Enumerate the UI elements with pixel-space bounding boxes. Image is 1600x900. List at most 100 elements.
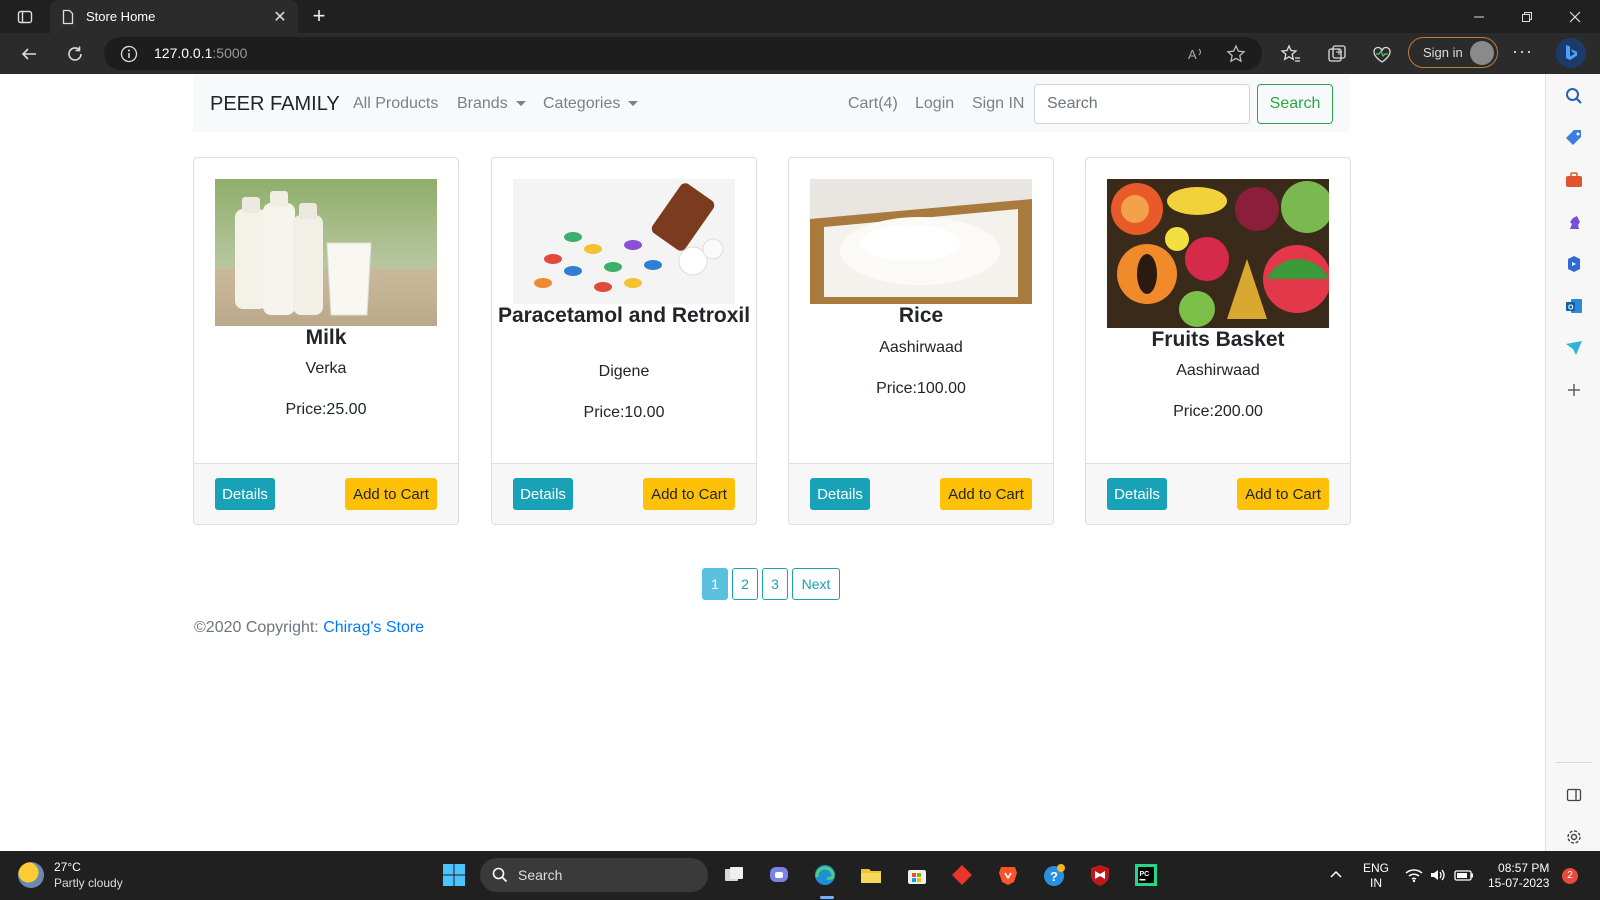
product-brand: Aashirwaad (1176, 362, 1260, 379)
task-view-icon[interactable] (720, 861, 748, 889)
site-info-icon[interactable] (120, 45, 138, 63)
browser-toolbar: 127.0.0.1:5000 A Sign in ··· (0, 33, 1600, 74)
input-language[interactable]: ENG IN (1363, 861, 1389, 891)
mcafee-shield-icon[interactable] (1086, 861, 1114, 889)
product-brand: Digene (598, 363, 650, 380)
nav-all-products[interactable]: All Products (353, 95, 438, 113)
details-button[interactable]: Details (1107, 478, 1167, 510)
add-to-cart-button[interactable]: Add to Cart (1237, 478, 1329, 510)
card-footer: Details Add to Cart (492, 463, 756, 524)
shopping-tag-icon[interactable] (1563, 127, 1585, 149)
product-name: Milk (305, 326, 347, 349)
close-window-button[interactable] (1552, 0, 1598, 33)
teams-chat-icon[interactable] (765, 861, 793, 889)
product-price: Price:100.00 (876, 380, 966, 397)
rice-image[interactable] (810, 179, 1032, 304)
restore-button[interactable] (1504, 0, 1550, 33)
clock-time: 08:57 PM (1498, 861, 1550, 875)
microsoft-store-icon[interactable] (903, 861, 931, 889)
battery-icon[interactable] (1450, 861, 1478, 889)
pills-image[interactable] (513, 179, 735, 304)
add-to-cart-button[interactable]: Add to Cart (940, 478, 1032, 510)
weather-widget[interactable]: 27°C Partly cloudy (18, 859, 123, 891)
chevron-down-icon (515, 101, 526, 107)
collections-icon[interactable] (1326, 43, 1348, 65)
search-icon[interactable] (1563, 85, 1585, 107)
search-button[interactable]: Search (1257, 84, 1333, 124)
product-card: Rice Aashirwaad Price:100.00 Details Add… (788, 157, 1054, 525)
page-link-3[interactable]: 3 (762, 568, 788, 600)
card-footer: Details Add to Cart (789, 463, 1053, 524)
tab-close-icon[interactable]: ✕ (272, 7, 288, 27)
fruits-image[interactable] (1107, 179, 1329, 328)
details-button[interactable]: Details (810, 478, 870, 510)
product-price: Price:25.00 (285, 401, 367, 418)
minimize-button[interactable] (1456, 0, 1502, 33)
svg-text:O: O (1568, 305, 1574, 312)
help-app-icon[interactable]: ? (1040, 861, 1068, 889)
search-icon (492, 867, 508, 883)
favorite-star-icon[interactable] (1226, 44, 1246, 64)
red-app-icon[interactable] (948, 861, 976, 889)
store-brand[interactable]: PEER FAMILY (210, 93, 340, 116)
page-link-1[interactable]: 1 (702, 568, 728, 600)
drop-send-icon[interactable] (1563, 337, 1585, 359)
add-sidebar-app-icon[interactable] (1563, 379, 1585, 401)
details-button[interactable]: Details (215, 478, 275, 510)
brave-browser-icon[interactable] (994, 861, 1022, 889)
address-bar[interactable]: 127.0.0.1:5000 A (104, 37, 1262, 70)
pycharm-icon[interactable]: PC (1132, 861, 1160, 889)
settings-gear-icon[interactable] (1563, 826, 1585, 848)
profile-signin-button[interactable]: Sign in (1408, 37, 1498, 68)
page-link-2[interactable]: 2 (732, 568, 758, 600)
taskbar-search[interactable]: Search (480, 858, 708, 892)
page-next[interactable]: Next (792, 568, 840, 600)
refresh-icon[interactable] (62, 41, 88, 67)
nav-cart[interactable]: Cart(4) (848, 95, 898, 113)
tab-actions-icon[interactable] (12, 7, 38, 27)
page-viewport: PEER FAMILY All Products Brands Categori… (0, 74, 1545, 851)
nav-login[interactable]: Login (915, 95, 954, 113)
file-explorer-icon[interactable] (857, 861, 885, 889)
nav-categories-dropdown[interactable]: Categories (543, 95, 639, 113)
windows-start-icon[interactable] (440, 861, 468, 889)
browser-essentials-icon[interactable] (1371, 43, 1393, 65)
sidebar-divider (1556, 762, 1592, 763)
outlook-icon[interactable]: O (1563, 295, 1585, 317)
nav-sign-in[interactable]: Sign IN (972, 95, 1024, 113)
svg-text:?: ? (1050, 869, 1058, 884)
browser-tab[interactable]: Store Home ✕ (50, 0, 298, 33)
add-to-cart-button[interactable]: Add to Cart (643, 478, 735, 510)
search-input[interactable] (1034, 84, 1250, 124)
edge-sidebar: O (1545, 74, 1600, 851)
volume-icon[interactable] (1424, 861, 1452, 889)
games-chess-icon[interactable] (1563, 211, 1585, 233)
favorites-icon[interactable] (1280, 43, 1302, 65)
tools-briefcase-icon[interactable] (1563, 169, 1585, 191)
url-text[interactable]: 127.0.0.1:5000 (154, 45, 247, 61)
hide-sidebar-icon[interactable] (1563, 784, 1585, 806)
read-aloud-icon[interactable]: A (1186, 44, 1206, 64)
back-arrow-icon[interactable] (16, 41, 42, 67)
weather-condition: Partly cloudy (54, 876, 123, 890)
product-name: Fruits Basket (1151, 328, 1285, 351)
show-hidden-icons-chevron-up-icon[interactable] (1322, 861, 1350, 889)
new-tab-button[interactable]: + (306, 4, 332, 30)
system-clock[interactable]: 08:57 PM 15-07-2023 (1488, 861, 1549, 891)
edge-browser-icon[interactable] (811, 861, 839, 889)
more-options-icon[interactable]: ··· (1512, 41, 1533, 62)
product-card: Paracetamol and Retroxil Digene Price:10… (491, 157, 757, 525)
store-link[interactable]: Chirag's Store (323, 619, 424, 636)
microsoft-365-icon[interactable] (1563, 253, 1585, 275)
card-footer: Details Add to Cart (194, 463, 458, 524)
nav-brands-dropdown[interactable]: Brands (457, 95, 526, 113)
add-to-cart-button[interactable]: Add to Cart (345, 478, 437, 510)
avatar-icon (1470, 41, 1494, 65)
milk-bottles-image[interactable] (215, 179, 437, 326)
bing-copilot-icon[interactable] (1556, 38, 1586, 68)
svg-text:PC: PC (1140, 871, 1150, 878)
details-button[interactable]: Details (513, 478, 573, 510)
notification-badge[interactable]: 2 (1562, 868, 1578, 884)
tab-title: Store Home (86, 9, 156, 24)
active-app-indicator (820, 896, 834, 899)
